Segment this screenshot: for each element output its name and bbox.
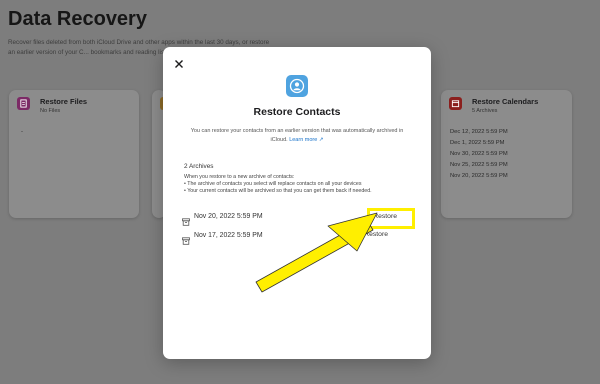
close-icon[interactable] xyxy=(174,56,184,68)
archive-box-icon xyxy=(182,213,190,226)
dialog-title: Restore Contacts xyxy=(253,106,341,118)
learn-more-link[interactable]: Learn more ↗ xyxy=(289,137,323,143)
archive-box-icon xyxy=(182,232,190,245)
info-bullet: The archive of contacts you select will … xyxy=(184,181,414,188)
restore-files-card[interactable]: Restore Files No Files - xyxy=(9,90,139,218)
highlight-box xyxy=(367,208,415,229)
restore-button[interactable]: Restore xyxy=(364,231,388,238)
card-title: Restore Calendars xyxy=(472,97,539,106)
archives-count: 2 Archives xyxy=(184,163,214,170)
contacts-icon xyxy=(286,75,308,97)
list-item[interactable]: Dec 12, 2022 5:59 PM xyxy=(450,127,508,138)
dialog-description: You can restore your contacts from an ea… xyxy=(187,127,407,145)
info-bullets: The archive of contacts you select will … xyxy=(184,181,414,195)
card-subtitle: No Files xyxy=(40,108,61,114)
archive-date: Nov 20, 2022 5:59 PM xyxy=(194,213,263,220)
list-item[interactable]: Nov 25, 2022 5:59 PM xyxy=(450,160,508,171)
info-bullet: Your current contacts will be archived s… xyxy=(184,188,414,195)
archive-row: Nov 17, 2022 5:59 PM Restore xyxy=(182,230,412,245)
list-item[interactable]: Nov 20, 2022 5:59 PM xyxy=(450,171,508,182)
card-title: Restore Files xyxy=(40,97,88,106)
card-placeholder: - xyxy=(21,129,23,135)
restore-contacts-dialog: Restore Contacts You can restore your co… xyxy=(163,47,431,359)
list-item[interactable]: Nov 30, 2022 5:59 PM xyxy=(450,149,508,160)
list-item[interactable]: Dec 1, 2022 5:59 PM xyxy=(450,138,508,149)
restore-info: When you restore to a new archive of con… xyxy=(184,174,414,196)
calendar-archive-list: Dec 12, 2022 5:59 PM Dec 1, 2022 5:59 PM… xyxy=(450,127,508,182)
calendar-icon xyxy=(449,97,462,110)
archive-date: Nov 17, 2022 5:59 PM xyxy=(194,232,263,239)
document-icon xyxy=(17,97,30,110)
card-subtitle: 5 Archives xyxy=(472,108,498,114)
page-title: Data Recovery xyxy=(8,8,147,30)
restore-calendars-card[interactable]: Restore Calendars 5 Archives Dec 12, 202… xyxy=(441,90,572,218)
info-intro: When you restore to a new archive of con… xyxy=(184,174,295,180)
